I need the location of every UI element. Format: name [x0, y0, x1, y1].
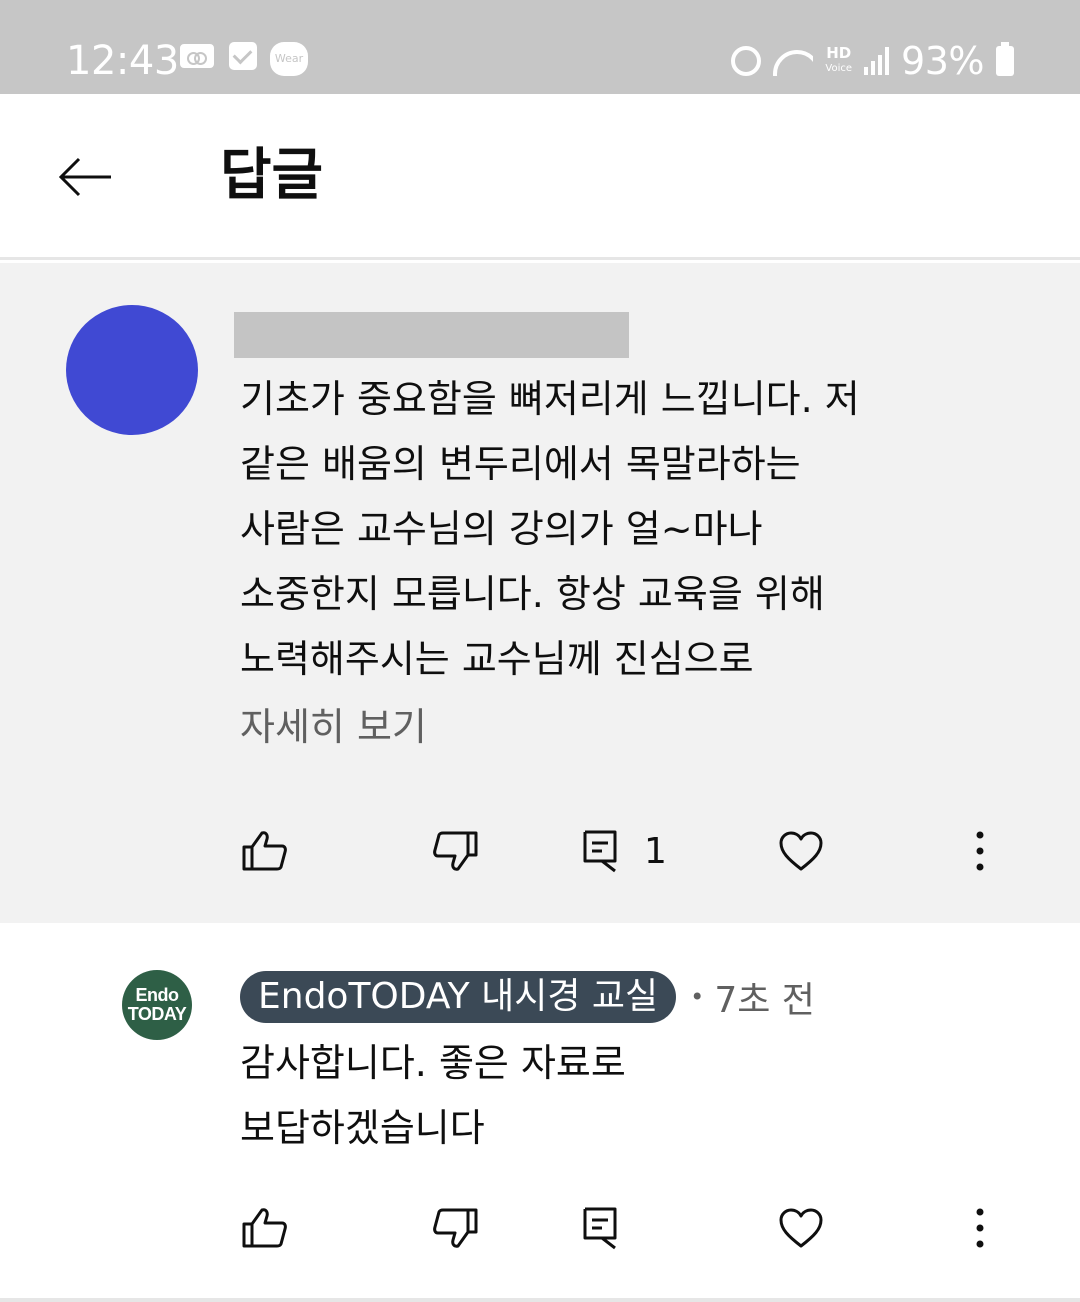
- voice-label: Voice: [825, 63, 853, 74]
- reply-button[interactable]: [582, 1198, 618, 1258]
- like-button[interactable]: [240, 821, 288, 881]
- comment-actions: [0, 1198, 1080, 1258]
- author-name-chip[interactable]: EndoTODAY 내시경 교실: [240, 971, 677, 1023]
- alarm-icon: [731, 46, 762, 76]
- thumbs-up-icon: [242, 831, 287, 871]
- comment-icon: [583, 1207, 617, 1250]
- signal-icon: [864, 47, 890, 75]
- separator-dot: •: [690, 983, 705, 1011]
- comment-icon: [583, 830, 617, 873]
- reply-header: EndoTODAY 내시경 교실 • 7초 전: [240, 971, 815, 1023]
- arrow-left-icon: [58, 157, 111, 197]
- more-options-button[interactable]: [972, 1198, 988, 1258]
- reply-button[interactable]: 1: [582, 821, 667, 881]
- like-button[interactable]: [240, 1198, 288, 1258]
- wifi-icon: [773, 46, 814, 76]
- dislike-button[interactable]: [432, 1198, 480, 1258]
- more-vert-icon: [976, 831, 984, 871]
- heart-button[interactable]: [778, 1198, 824, 1258]
- avatar-text-line1: Endo: [135, 985, 180, 1005]
- heart-icon: [779, 831, 823, 871]
- thumbs-up-icon: [242, 1208, 287, 1248]
- comment-text: 기초가 중요함을 뼈저리게 느낍니다. 저 같은 배움의 변두리에서 목말라하는…: [240, 377, 860, 681]
- status-time: 12:43: [66, 38, 179, 84]
- app-bar: 답글: [0, 94, 1080, 260]
- back-button[interactable]: [52, 144, 118, 210]
- divider: [0, 1298, 1080, 1302]
- thumbs-down-icon: [433, 831, 478, 871]
- battery-percent: 93%: [901, 39, 984, 83]
- hd-label: HD: [826, 44, 852, 62]
- timestamp: 7초 전: [714, 980, 815, 1021]
- dislike-button[interactable]: [432, 821, 480, 881]
- page-title: 답글: [220, 143, 324, 208]
- heart-icon: [779, 1208, 823, 1248]
- reply-comment: Endo TODAY EndoTODAY 내시경 교실 • 7초 전 감사합니다…: [0, 923, 1080, 1302]
- comment-actions: 1: [0, 821, 1080, 881]
- thumbs-down-icon: [433, 1208, 478, 1248]
- status-bar: 12:43 Wear HD Voice 93%: [0, 0, 1080, 94]
- wear-icon: Wear: [270, 42, 308, 76]
- more-vert-icon: [976, 1208, 984, 1248]
- avatar-text-line2: TODAY: [127, 1004, 187, 1024]
- hd-voice-icon: HD Voice: [825, 46, 852, 76]
- author-name-redacted: [234, 312, 629, 358]
- heart-button[interactable]: [778, 821, 824, 881]
- avatar[interactable]: [66, 305, 198, 435]
- check-icon: [229, 42, 257, 70]
- battery-icon: [996, 42, 1014, 76]
- read-more-link[interactable]: 자세히 보기: [240, 695, 427, 760]
- parent-comment: 기초가 중요함을 뼈저리게 느낍니다. 저 같은 배움의 변두리에서 목말라하는…: [0, 263, 1080, 923]
- voicemail-icon: [180, 44, 214, 68]
- reply-count: 1: [644, 830, 667, 872]
- comment-text: 감사합니다. 좋은 자료로 보답하겠습니다: [240, 1041, 626, 1150]
- avatar[interactable]: Endo TODAY: [122, 970, 192, 1040]
- more-options-button[interactable]: [972, 821, 988, 881]
- status-right-group: HD Voice 93%: [731, 38, 1014, 84]
